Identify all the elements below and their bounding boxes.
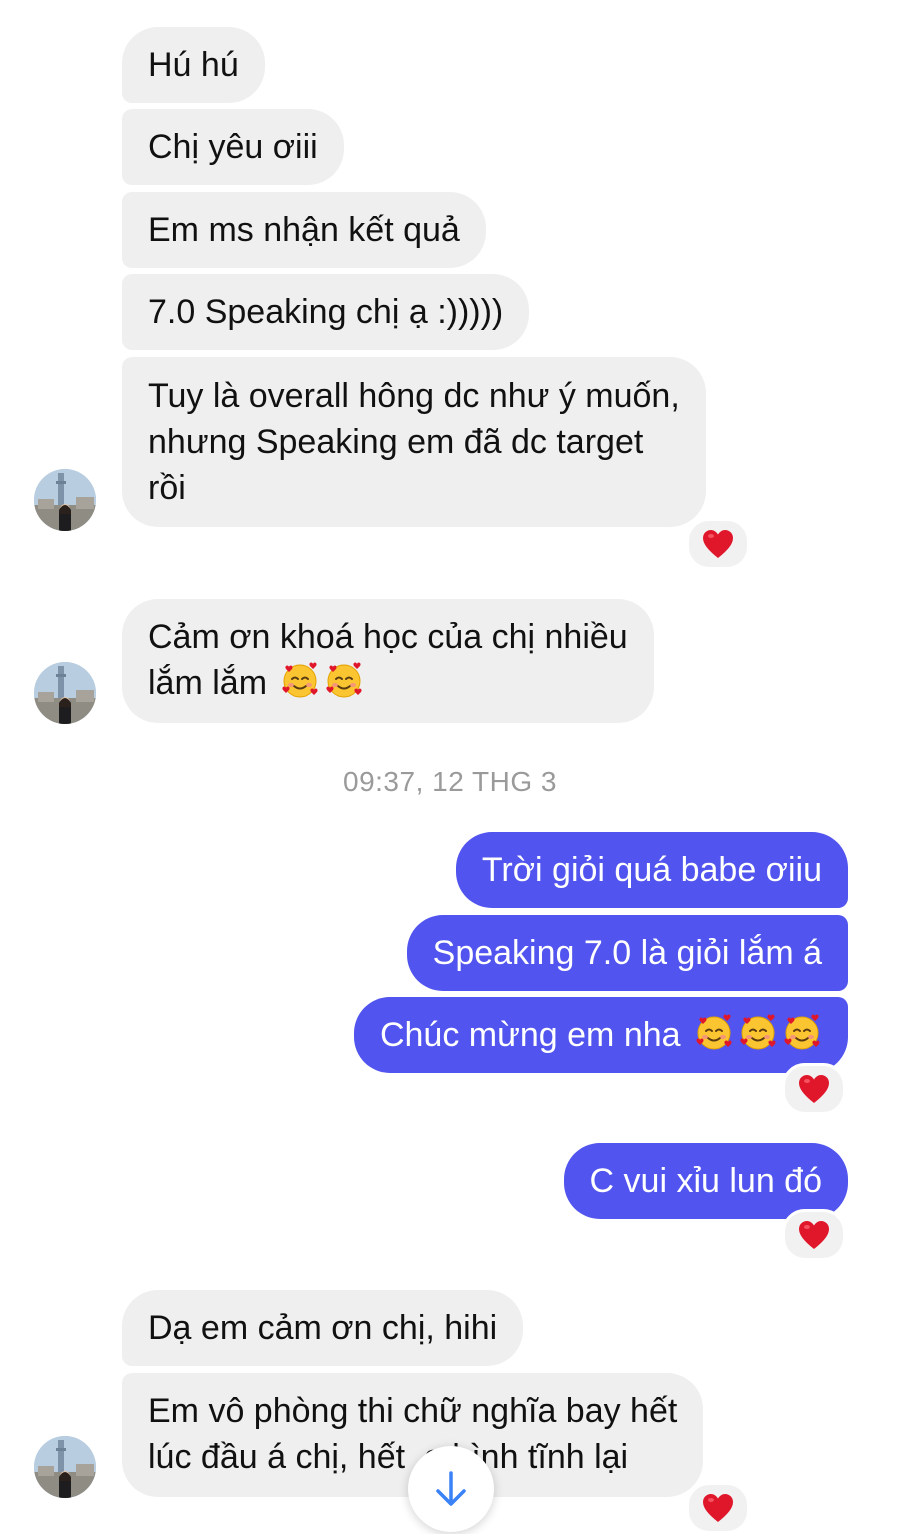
smiling-face-with-hearts-emoji bbox=[324, 660, 364, 700]
outgoing-message[interactable]: C vui xỉu lun đó bbox=[563, 1143, 848, 1219]
avatar-photo bbox=[34, 1436, 96, 1498]
incoming-message[interactable]: Cảm ơn khoá học của chị nhiều lắm lắm bbox=[122, 599, 654, 723]
smiling-face-with-hearts-emoji bbox=[738, 1012, 778, 1052]
red-heart-icon bbox=[702, 529, 734, 559]
contact-avatar[interactable] bbox=[34, 469, 96, 531]
smiling-face-with-hearts-emoji bbox=[694, 1012, 734, 1052]
incoming-message[interactable]: Tuy là overall hông dc như ý muốn, nhưng… bbox=[122, 357, 706, 527]
incoming-message[interactable]: 7.0 Speaking chị ạ :))))) bbox=[122, 274, 530, 350]
outgoing-message[interactable]: Trời giỏi quá babe ơiiu bbox=[455, 832, 848, 908]
red-heart-icon bbox=[702, 1493, 734, 1523]
incoming-message[interactable]: Em ms nhận kết quả bbox=[122, 192, 486, 268]
arrow-down-icon bbox=[436, 1471, 466, 1506]
contact-avatar[interactable] bbox=[34, 1436, 96, 1498]
incoming-message[interactable]: Dạ em cảm ơn chị, hihi bbox=[122, 1290, 524, 1366]
incoming-message[interactable]: Chị yêu ơiii bbox=[122, 109, 344, 185]
message-text: Cảm ơn khoá học của chị nhiều lắm lắm bbox=[148, 618, 628, 702]
smiling-face-with-hearts-emoji bbox=[782, 1012, 822, 1052]
outgoing-message[interactable]: Speaking 7.0 là giỏi lắm á bbox=[406, 915, 848, 991]
timestamp-divider: 09:37, 12 THG 3 bbox=[343, 766, 557, 797]
heart-reaction[interactable] bbox=[686, 1482, 750, 1534]
heart-reaction[interactable] bbox=[782, 1063, 846, 1115]
heart-reaction[interactable] bbox=[782, 1209, 846, 1261]
contact-avatar[interactable] bbox=[34, 662, 96, 724]
red-heart-icon bbox=[798, 1074, 830, 1104]
scroll-to-bottom-button[interactable] bbox=[408, 1446, 494, 1532]
smiling-face-with-hearts-emoji bbox=[280, 660, 320, 700]
red-heart-icon bbox=[798, 1220, 830, 1250]
outgoing-message[interactable]: Chúc mừng em nha bbox=[353, 997, 848, 1073]
heart-reaction[interactable] bbox=[686, 518, 750, 570]
avatar-photo bbox=[34, 469, 96, 531]
incoming-message[interactable]: Hú hú bbox=[122, 27, 265, 103]
message-text: Chúc mừng em nha bbox=[379, 1016, 690, 1054]
avatar-photo bbox=[34, 662, 96, 724]
